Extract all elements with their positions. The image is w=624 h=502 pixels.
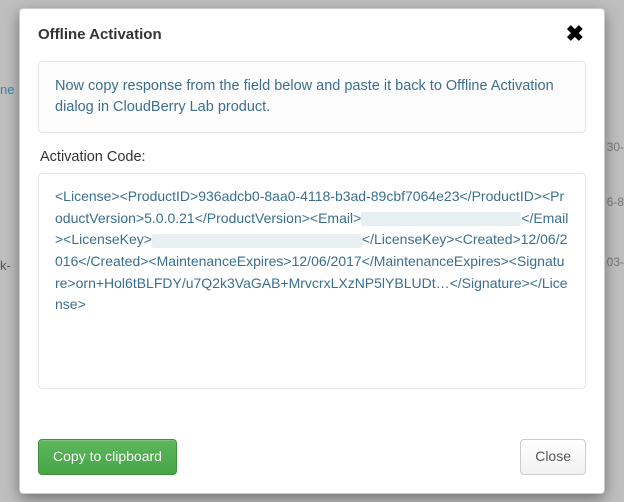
close-icon[interactable]: ✖ [564,23,586,45]
bg-fragment: 30- [607,140,624,154]
activation-code-label: Activation Code: [40,149,586,165]
modal-body: Now copy response from the field below a… [20,57,604,425]
redacted-email [361,212,521,226]
bg-fragment: k- [0,258,11,273]
offline-activation-modal: Offline Activation ✖ Now copy response f… [19,8,605,494]
copy-to-clipboard-button[interactable]: Copy to clipboard [38,439,177,475]
bg-fragment: 6-8 [607,195,624,209]
bg-fragment: 03- [607,255,624,269]
modal-header: Offline Activation ✖ [20,9,604,57]
activation-code-box[interactable]: <License><ProductID>936adcb0-8aa0-4118-b… [38,173,586,389]
modal-title: Offline Activation [38,26,162,43]
redacted-license-key [152,234,362,248]
bg-fragment: ne [0,82,14,97]
close-button[interactable]: Close [520,439,586,475]
instruction-text: Now copy response from the field below a… [38,61,586,133]
modal-footer: Copy to clipboard Close [20,425,604,493]
